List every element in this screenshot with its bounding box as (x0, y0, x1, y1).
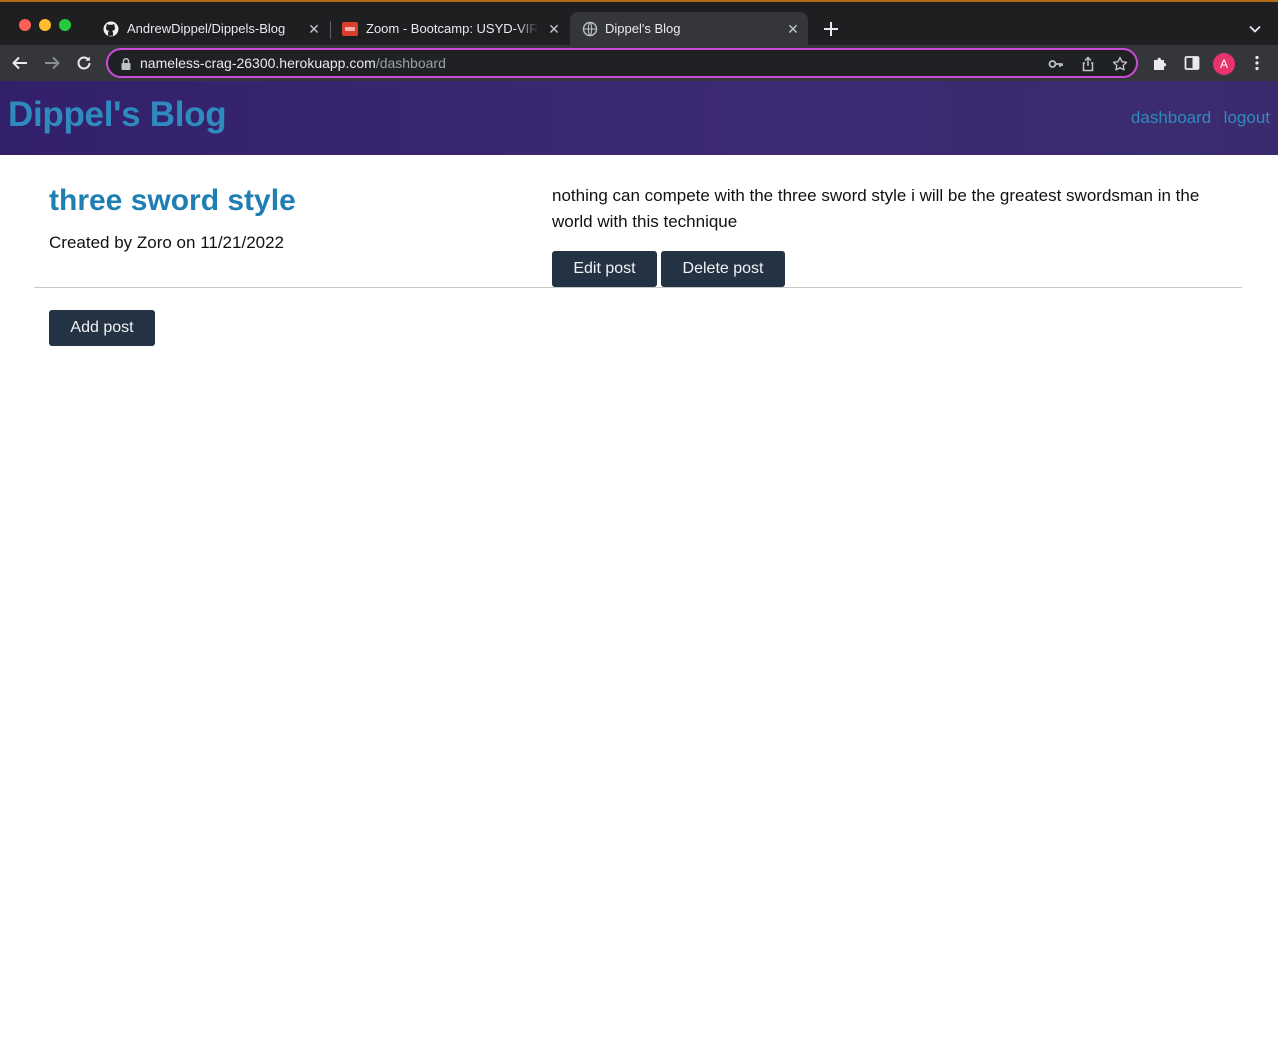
add-post-button[interactable]: Add post (49, 310, 155, 346)
zoom-favicon-icon (342, 22, 358, 36)
tab-title: Zoom - Bootcamp: USYD-VIRT (366, 21, 538, 36)
chevron-down-icon[interactable] (1248, 22, 1262, 36)
tab-close-icon[interactable]: ✕ (546, 21, 562, 37)
post-meta: Created by Zoro on 11/21/2022 (49, 233, 285, 252)
nav-logout-link[interactable]: logout (1224, 108, 1270, 127)
bookmark-star-icon[interactable] (1112, 56, 1128, 72)
post-title[interactable]: three sword style (49, 184, 296, 218)
url-path: /dashboard (375, 55, 446, 71)
address-bar[interactable]: nameless-crag-26300.herokuapp.com/dashbo… (106, 48, 1138, 78)
site-nav: dashboard | logout (1131, 108, 1270, 128)
url-host: nameless-crag-26300.herokuapp.com (140, 55, 376, 71)
tab-dippels-blog[interactable]: Dippel's Blog ✕ (570, 12, 808, 47)
post-divider (34, 287, 1242, 288)
new-tab-plus-icon[interactable] (822, 20, 840, 38)
key-icon[interactable] (1048, 56, 1064, 72)
delete-post-button[interactable]: Delete post (661, 251, 785, 287)
close-window-button[interactable] (19, 19, 31, 31)
url-text[interactable]: nameless-crag-26300.herokuapp.com/dashbo… (140, 55, 446, 71)
minimize-window-button[interactable] (39, 19, 51, 31)
tab-close-icon[interactable]: ✕ (785, 21, 801, 37)
tab-title: AndrewDippel/Dippels-Blog (127, 21, 286, 36)
tab-close-icon[interactable]: ✕ (306, 21, 322, 37)
extensions-puzzle-icon[interactable] (1152, 55, 1168, 71)
globe-icon (582, 21, 598, 37)
browser-titlebar: AndrewDippel/Dippels-Blog ✕ Zoom - Bootc… (0, 0, 1278, 47)
tab-github[interactable]: AndrewDippel/Dippels-Blog ✕ (96, 12, 328, 47)
edit-post-button[interactable]: Edit post (552, 251, 657, 287)
tab-separator (330, 21, 331, 39)
share-icon[interactable] (1080, 56, 1096, 72)
nav-separator: | (1215, 108, 1220, 127)
back-arrow-icon[interactable] (11, 54, 29, 72)
nav-dashboard-link[interactable]: dashboard (1131, 108, 1211, 127)
browser-toolbar: nameless-crag-26300.herokuapp.com/dashbo… (0, 45, 1278, 81)
more-menu-icon[interactable] (1249, 54, 1265, 72)
forward-arrow-icon[interactable] (43, 54, 61, 72)
profile-avatar[interactable]: A (1213, 53, 1235, 75)
side-panel-icon[interactable] (1184, 55, 1200, 71)
maximize-window-button[interactable] (59, 19, 71, 31)
post-body: nothing can compete with the three sword… (552, 186, 1200, 231)
github-icon (103, 21, 119, 37)
tab-title: Dippel's Blog (605, 21, 681, 36)
tab-zoom[interactable]: Zoom - Bootcamp: USYD-VIRT ✕ (334, 12, 566, 47)
site-title[interactable]: Dippel's Blog (8, 95, 227, 135)
site-header: Dippel's Blog dashboard | logout (0, 81, 1278, 155)
reload-icon[interactable] (75, 54, 93, 72)
lock-icon[interactable] (120, 57, 132, 71)
